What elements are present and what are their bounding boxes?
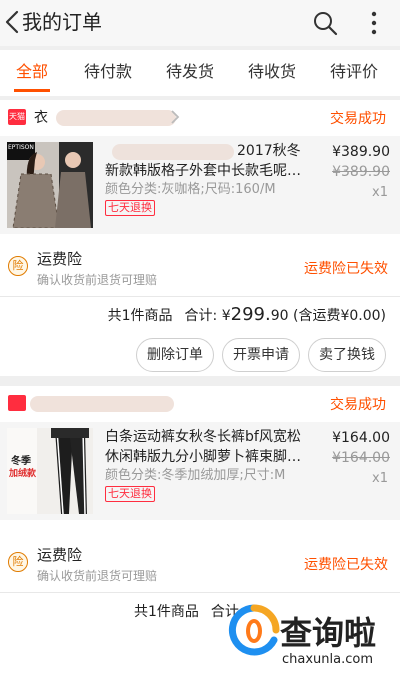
total-currency: ¥ xyxy=(221,308,231,324)
active-tab-indicator xyxy=(14,89,50,92)
product-qty: x1 xyxy=(372,185,388,200)
shop-row[interactable]: 天猫 衣 交易成功 xyxy=(0,100,400,134)
original-price: ¥389.90 xyxy=(332,164,390,180)
tab-pending-receipt[interactable]: 待收货 xyxy=(244,50,300,96)
tmall-icon xyxy=(8,395,26,411)
thumb-label-fleece: 加绒款 xyxy=(9,469,37,479)
tab-pending-payment[interactable]: 待付款 xyxy=(80,50,136,96)
divider xyxy=(0,296,400,297)
shop-name: 衣 xyxy=(34,110,48,126)
delete-order-button[interactable]: 删除订单 xyxy=(136,338,214,372)
divider xyxy=(0,592,400,593)
product-row[interactable]: EPTISON 2017秋冬 新款韩版格子外套中长款毛呢… 颜色分类:灰咖格;尺… xyxy=(0,136,400,234)
shipping-insurance-row[interactable]: 险 运费险 确认收货前退货可理赔 运费险已失效 xyxy=(0,238,400,298)
order-status: 交易成功 xyxy=(330,397,386,413)
insurance-icon: 险 xyxy=(8,552,28,572)
insurance-title: 运费险 xyxy=(37,546,83,564)
watermark: 查询啦 chaxunla.com xyxy=(224,600,400,691)
total-label: 合计: xyxy=(184,308,218,324)
resell-button[interactable]: 卖了换钱 xyxy=(308,338,386,372)
product-price: ¥164.00 xyxy=(332,430,390,446)
product-title: 白条运动裤女秋冬长裤bf风宽松 休闲韩版九分小脚萝卜裤束脚… xyxy=(105,429,301,465)
product-thumbnail: 冬季 加绒款 xyxy=(7,428,93,514)
return-badge: 七天退换 xyxy=(105,486,155,502)
thumb-brand-label: EPTISON xyxy=(8,144,34,151)
insurance-status: 运费险已失效 xyxy=(304,261,388,277)
insurance-subtitle: 确认收货前退货可理赔 xyxy=(37,273,158,287)
product-spec: 颜色分类:灰咖格;尺码:160/M xyxy=(105,182,276,197)
total-amount: 299. xyxy=(230,304,271,325)
product-price: ¥389.90 xyxy=(332,144,390,160)
more-vertical-icon[interactable] xyxy=(364,9,384,37)
order-summary: 共1件商品 合计: ¥299.90 (含运费¥0.00) xyxy=(0,298,400,332)
insurance-icon: 险 xyxy=(8,256,28,276)
original-price: ¥164.00 xyxy=(332,450,390,466)
tmall-icon: 天猫 xyxy=(8,109,26,125)
shipping-insurance-row[interactable]: 险 运费险 确认收货前退货可理赔 运费险已失效 xyxy=(0,534,400,594)
order-actions: 删除订单 开票申请 卖了换钱 xyxy=(0,338,400,372)
redacted-shop-name xyxy=(30,396,174,412)
order-card: 天猫 衣 交易成功 EPTISON 2017秋冬 新款韩版格子外套中长款毛呢… … xyxy=(0,100,400,376)
insurance-subtitle: 确认收货前退货可理赔 xyxy=(37,569,158,583)
shipping-note: (含运费¥0.00) xyxy=(292,308,386,324)
item-count: 共1件商品 xyxy=(134,604,199,620)
product-thumbnail: EPTISON xyxy=(7,142,93,228)
redacted-shop-name xyxy=(56,110,176,126)
order-tabs: 全部 待付款 待发货 待收货 待评价 xyxy=(0,50,400,96)
page-title: 我的订单 xyxy=(22,10,102,34)
product-spec: 颜色分类:冬季加绒加厚;尺寸:M xyxy=(105,468,286,483)
insurance-title: 运费险 xyxy=(37,250,83,268)
product-title: 2017秋冬 新款韩版格子外套中长款毛呢… xyxy=(105,143,301,179)
order-status: 交易成功 xyxy=(330,111,386,127)
shop-row[interactable]: 交易成功 xyxy=(0,386,400,420)
watermark-text: 查询啦 xyxy=(280,614,377,652)
invoice-request-button[interactable]: 开票申请 xyxy=(222,338,300,372)
tab-pending-review[interactable]: 待评价 xyxy=(326,50,382,96)
product-qty: x1 xyxy=(372,471,388,486)
insurance-status: 运费险已失效 xyxy=(304,557,388,573)
return-badge: 七天退换 xyxy=(105,200,155,216)
top-bar: 我的订单 xyxy=(0,0,400,46)
chevron-left-icon[interactable] xyxy=(2,9,24,35)
watermark-url: chaxunla.com xyxy=(282,652,373,667)
product-row[interactable]: 冬季 加绒款 白条运动裤女秋冬长裤bf风宽松 休闲韩版九分小脚萝卜裤束脚… 颜色… xyxy=(0,422,400,520)
tab-pending-shipment[interactable]: 待发货 xyxy=(162,50,218,96)
item-count: 共1件商品 xyxy=(107,308,173,324)
chevron-right-icon xyxy=(171,110,180,124)
search-icon[interactable] xyxy=(312,10,338,36)
thumb-label-winter: 冬季 xyxy=(11,456,31,467)
watermark-logo-icon xyxy=(228,604,280,656)
total-cents: 90 xyxy=(270,308,289,324)
